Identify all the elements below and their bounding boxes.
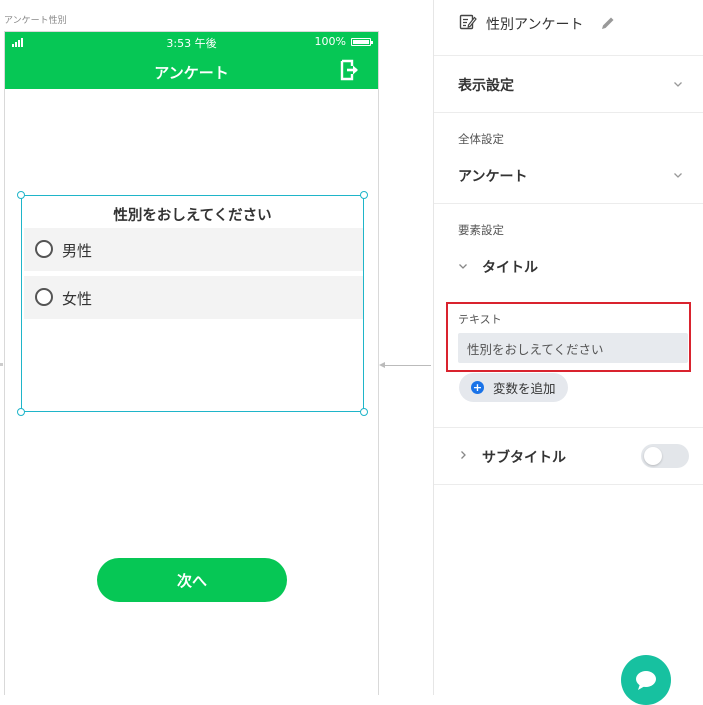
option-label: 女性 [62, 290, 93, 308]
radio-button[interactable] [35, 288, 53, 306]
divider [434, 112, 703, 113]
divider [434, 427, 703, 428]
status-bar: 3:53 午後 100% [5, 32, 378, 52]
chat-button[interactable] [621, 655, 671, 705]
editor-canvas: アンケート性別 3:53 午後 100% アンケート 性別をおしえてください 男… [0, 0, 432, 695]
chevron-down-icon [459, 264, 467, 269]
add-variable-label: 変数を追加 [493, 381, 556, 396]
text-field-label: テキスト [458, 313, 502, 326]
resize-handle-bottom-left[interactable] [17, 408, 25, 416]
chat-bubble-icon [636, 671, 656, 690]
radio-button[interactable] [35, 240, 53, 258]
subtitle-section-label: サブタイトル [482, 450, 566, 466]
flow-connector-arrow [379, 362, 385, 368]
battery-percent: 100% [314, 35, 346, 48]
title-section-label: タイトル [482, 260, 538, 276]
resize-handle-bottom-right[interactable] [360, 408, 368, 416]
chevron-right-icon [461, 451, 466, 459]
logout-icon[interactable] [338, 58, 360, 82]
flow-connector-line [381, 365, 431, 366]
title-section-toggle[interactable] [434, 244, 703, 288]
title-text-input[interactable] [458, 333, 688, 363]
global-settings-heading: 全体設定 [458, 132, 504, 146]
add-variable-button[interactable]: + 変数を追加 [459, 373, 568, 402]
connector-dot [0, 363, 3, 366]
panel-title: 性別アンケート [486, 17, 584, 33]
question-block[interactable]: 性別をおしえてください 男性 女性 [17, 191, 368, 416]
subtitle-toggle-switch[interactable] [641, 444, 689, 468]
toggle-knob [644, 447, 662, 465]
next-button[interactable]: 次へ [97, 558, 287, 602]
element-settings-heading: 要素設定 [458, 223, 504, 237]
divider [434, 203, 703, 204]
global-settings-value: アンケート [458, 169, 528, 185]
plus-icon: + [471, 381, 484, 394]
chevron-down-icon [674, 173, 682, 178]
display-settings-label: 表示設定 [458, 78, 514, 94]
edit-note-icon [459, 14, 477, 30]
chevron-down-icon [674, 82, 682, 87]
pencil-icon[interactable] [600, 15, 616, 31]
question-title: 性別をおしえてください [113, 208, 272, 224]
option-female[interactable]: 女性 [24, 276, 363, 319]
divider [434, 484, 703, 485]
battery-icon [351, 38, 373, 46]
navbar-title: アンケート [154, 64, 229, 82]
option-male[interactable]: 男性 [24, 228, 363, 271]
properties-panel: 性別アンケート 表示設定 全体設定 アンケート 要素設定 タイトル テキスト +… [433, 0, 703, 705]
resize-handle-top-right[interactable] [360, 191, 368, 199]
phone-preview: 3:53 午後 100% アンケート 性別をおしえてください 男性 女性 次へ [4, 31, 379, 695]
option-label: 男性 [62, 242, 93, 260]
divider [434, 55, 703, 56]
resize-handle-top-left[interactable] [17, 191, 25, 199]
app-navbar: アンケート [5, 52, 378, 89]
frame-label: アンケート性別 [4, 16, 67, 26]
